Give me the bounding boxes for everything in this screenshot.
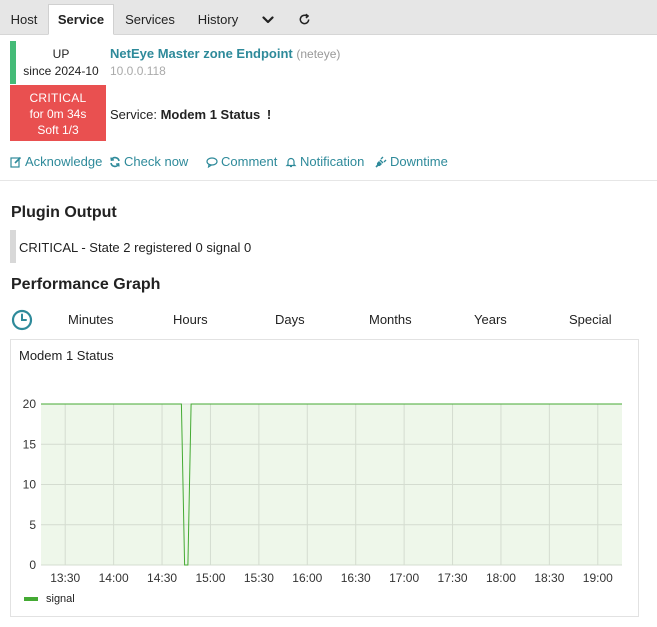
x-tick-label: 13:30 [50,571,80,585]
refresh-icon [298,13,311,26]
service-state: CRITICAL [29,91,87,105]
x-tick-label: 18:00 [486,571,516,585]
tab-services[interactable]: Services [114,4,186,35]
host-link[interactable]: NetEye Master zone Endpoint (neteye) [110,46,340,61]
comment-label: Comment [221,154,278,169]
service-flag: ! [266,107,272,122]
downtime-label: Downtime [390,154,448,169]
x-tick-label: 14:30 [147,571,177,585]
x-tick-label: 14:00 [99,571,129,585]
y-tick-label: 10 [23,478,37,492]
check-now-button[interactable]: Check now [109,154,188,169]
tab-dropdown[interactable] [252,4,284,35]
y-tick-label: 15 [23,437,37,451]
range-hours[interactable]: Hours [173,312,208,327]
host-state-since: since 2024-10 [23,64,99,78]
range-years[interactable]: Years [474,312,507,327]
refresh-icon [110,156,120,167]
chevron-down-icon [262,15,274,25]
service-title: Service: Modem 1 Status ! [110,107,271,122]
x-tick-label: 19:00 [583,571,613,585]
x-tick-label: 17:30 [438,571,468,585]
refresh-button[interactable] [288,4,320,35]
performance-graph-heading: Performance Graph [11,276,161,293]
section-divider [0,180,657,181]
x-tick-label: 16:00 [292,571,322,585]
y-tick-label: 20 [23,397,37,411]
host-state-badge: UP since 2024-10 [10,41,106,84]
service-label: Service: [110,107,157,122]
x-tick-label: 16:30 [341,571,371,585]
clock-icon[interactable] [11,309,33,331]
plugin-output-box: CRITICAL - State 2 registered 0 signal 0 [10,230,650,263]
host-alias: (neteye) [296,47,341,61]
range-special[interactable]: Special [569,312,612,327]
tab-service[interactable]: Service [48,4,114,35]
plug-icon [375,156,387,168]
notification-label: Notification [300,154,365,169]
tab-history[interactable]: History [186,4,250,35]
x-tick-label: 15:00 [195,571,225,585]
plugin-output-heading: Plugin Output [11,204,117,221]
service-name: Modem 1 Status [160,107,261,122]
downtime-button[interactable]: Downtime [375,154,448,169]
notification-button[interactable]: Notification [285,154,364,169]
x-tick-label: 18:30 [534,571,564,585]
host-state: UP [52,47,70,61]
bell-icon [285,157,297,167]
range-months[interactable]: Months [369,312,412,327]
chart-legend: signal [24,593,75,605]
legend-label: signal [46,593,75,605]
check-now-label: Check now [124,154,189,169]
tab-bar: Host Service Services History [0,0,657,35]
host-name[interactable]: NetEye Master zone Endpoint [110,46,293,61]
performance-chart: 13:30 14:00 14:30 15:00 15:30 16:00 16:30 17:00… [23,397,622,585]
y-tick-label: 0 [29,558,36,572]
service-state-soft: Soft 1/3 [37,123,79,137]
x-tick-label: 17:00 [389,571,419,585]
service-state-duration: for 0m 34s [29,107,87,121]
comment-button[interactable]: Comment [206,154,277,169]
plugin-output-text: CRITICAL - State 2 registered 0 signal 0 [19,240,252,255]
comment-icon [206,156,218,168]
service-state-badge: CRITICAL for 0m 34s Soft 1/3 [10,85,106,141]
graph-card: Modem 1 Status 13:30 14:00 14:30 15:00 15:30… [10,339,639,617]
edit-icon [10,156,22,168]
tab-host[interactable]: Host [0,4,48,35]
acknowledge-button[interactable]: Acknowledge [10,154,102,169]
range-minutes[interactable]: Minutes [68,312,114,327]
x-tick-label: 15:30 [244,571,274,585]
range-days[interactable]: Days [275,312,305,327]
y-tick-label: 5 [29,518,36,532]
host-address: 10.0.0.118 [110,64,166,78]
acknowledge-label: Acknowledge [25,154,103,169]
legend-swatch [24,597,38,601]
